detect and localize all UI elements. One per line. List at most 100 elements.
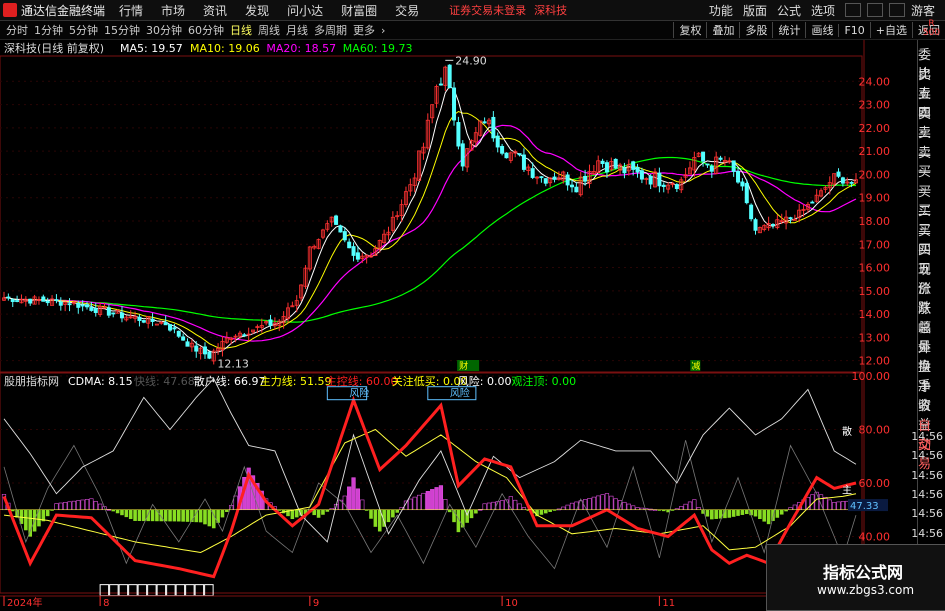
candle-body bbox=[753, 219, 758, 231]
indicator-bar-up bbox=[482, 503, 487, 511]
user-label[interactable]: 游客 bbox=[911, 2, 935, 19]
toolbar-multistock[interactable]: 多股 bbox=[739, 22, 772, 38]
indicator-bar-up bbox=[823, 496, 828, 511]
menu-layout[interactable]: 版面 bbox=[743, 2, 767, 19]
candle-body bbox=[749, 204, 754, 220]
indicator-bar-up bbox=[80, 499, 85, 511]
toolbar-draw[interactable]: 画线 bbox=[805, 22, 838, 38]
candle-body bbox=[76, 302, 81, 308]
menu-options[interactable]: 选项 bbox=[811, 2, 835, 19]
menu-item-market[interactable]: 市场 bbox=[161, 2, 185, 19]
indicator-bar-down bbox=[115, 509, 120, 514]
indicator-bar-up bbox=[832, 502, 837, 511]
indicator-bar-down bbox=[460, 509, 465, 528]
indicator-bar-up bbox=[591, 496, 596, 511]
indicator-bar-down bbox=[723, 509, 727, 519]
period-5min[interactable]: 5分钟 bbox=[69, 22, 98, 38]
chart-area[interactable]: 12.00 13.00 14.00 15.00 16.00 17.00 18.00 19.00… bbox=[0, 40, 918, 609]
price-tick-label: 16.00 bbox=[859, 262, 891, 275]
indicator-bar-down bbox=[176, 509, 181, 522]
indicator-bar-down bbox=[395, 509, 400, 513]
low-buy-box bbox=[118, 584, 129, 597]
indicator-bar-up bbox=[430, 489, 435, 511]
maximize-button[interactable] bbox=[866, 3, 883, 17]
indicator-bar-up bbox=[692, 499, 697, 511]
indicator-bar-down bbox=[203, 509, 207, 525]
candle-body bbox=[119, 312, 124, 319]
candle-body bbox=[543, 178, 548, 184]
indicator-bar-up bbox=[408, 498, 413, 511]
candle-body bbox=[495, 135, 500, 148]
candle-body bbox=[347, 241, 352, 249]
period-daily[interactable]: 日线 bbox=[230, 22, 252, 38]
period-more[interactable]: 更多 bbox=[353, 22, 375, 38]
menu-item-trade[interactable]: 交易 bbox=[395, 2, 419, 19]
period-monthly[interactable]: 月线 bbox=[286, 22, 308, 38]
candle-body bbox=[840, 177, 845, 184]
watermark: 指标公式网 www.zbgs3.com bbox=[766, 544, 945, 611]
chevron-right-icon[interactable]: › bbox=[381, 24, 385, 37]
period-tick[interactable]: 分时 bbox=[6, 22, 28, 38]
period-1min[interactable]: 1分钟 bbox=[34, 22, 63, 38]
indicator-bar-up bbox=[438, 485, 444, 511]
close-button[interactable] bbox=[888, 3, 905, 17]
indicator-bar-up bbox=[788, 507, 793, 511]
indicator-bar-up bbox=[347, 486, 352, 511]
toolbar-stats[interactable]: 统计 bbox=[772, 22, 805, 38]
indicator-bar-down bbox=[24, 509, 28, 531]
menu-function[interactable]: 功能 bbox=[709, 2, 733, 19]
indicator-bar-down bbox=[727, 509, 732, 518]
menu-formula[interactable]: 公式 bbox=[777, 2, 801, 19]
menu-item-ask[interactable]: 问小达 bbox=[287, 2, 323, 19]
sidebar-header-num: 500 bbox=[922, 28, 941, 38]
high-price-label: 24.90 bbox=[455, 54, 487, 67]
candle-body bbox=[810, 201, 815, 204]
indicator-bar-up bbox=[63, 502, 68, 511]
indicator-bar-down bbox=[391, 509, 395, 518]
toolbar-f10[interactable]: F10 bbox=[838, 23, 869, 37]
candle-body bbox=[517, 153, 522, 156]
menu-item-news[interactable]: 资讯 bbox=[203, 2, 227, 19]
menu-item-community[interactable]: 财富圈 bbox=[341, 2, 377, 19]
app-logo-icon bbox=[3, 3, 17, 17]
candle-body bbox=[661, 184, 666, 187]
period-60min[interactable]: 60分钟 bbox=[188, 22, 224, 38]
toolbar-restore[interactable]: 复权 bbox=[673, 22, 706, 38]
minimize-button[interactable] bbox=[844, 3, 861, 17]
zhuli-line bbox=[3, 428, 857, 554]
indicator-bar-up bbox=[443, 498, 448, 511]
toolbar-overlay[interactable]: 叠加 bbox=[706, 22, 739, 38]
signal-marker-label: 财 bbox=[459, 360, 468, 372]
indicator-bar-down bbox=[758, 509, 762, 520]
menu-item-discover[interactable]: 发现 bbox=[245, 2, 269, 19]
x-tick-label: 10 bbox=[505, 598, 518, 609]
indicator-bar-up bbox=[600, 494, 605, 511]
indicator-bar-up bbox=[499, 500, 505, 511]
period-30min[interactable]: 30分钟 bbox=[146, 22, 182, 38]
candle-body bbox=[111, 312, 116, 315]
toolbar-watchlist[interactable]: +自选 bbox=[869, 22, 912, 38]
period-multi[interactable]: 多周期 bbox=[314, 22, 347, 38]
candle-body bbox=[709, 165, 714, 172]
indicator-bar-up bbox=[687, 501, 693, 511]
x-tick-label: 2024年 bbox=[7, 596, 42, 609]
indicator-bar-up bbox=[434, 487, 439, 511]
candle-body bbox=[583, 175, 588, 182]
indicator-bar-down bbox=[290, 509, 295, 520]
x-tick-label: 8 bbox=[103, 598, 109, 609]
period-15min[interactable]: 15分钟 bbox=[104, 22, 140, 38]
ma60-line bbox=[3, 156, 857, 323]
candle-body bbox=[67, 303, 72, 306]
candle-body bbox=[770, 224, 775, 226]
indicator-bar-down bbox=[539, 509, 544, 515]
menu-item-quotes[interactable]: 行情 bbox=[119, 2, 143, 19]
ma-legend-2: MA20: 18.57 bbox=[266, 42, 336, 55]
period-weekly[interactable]: 周线 bbox=[258, 22, 280, 38]
login-notice[interactable]: 证券交易未登录 bbox=[449, 2, 526, 18]
candle-body bbox=[334, 215, 339, 225]
price-tick-label: 19.00 bbox=[859, 192, 891, 205]
indicator-bar-down bbox=[321, 509, 325, 515]
indicator-bar-down bbox=[142, 509, 146, 522]
indicator-bar-up bbox=[679, 506, 684, 511]
low-buy-box bbox=[137, 584, 148, 597]
